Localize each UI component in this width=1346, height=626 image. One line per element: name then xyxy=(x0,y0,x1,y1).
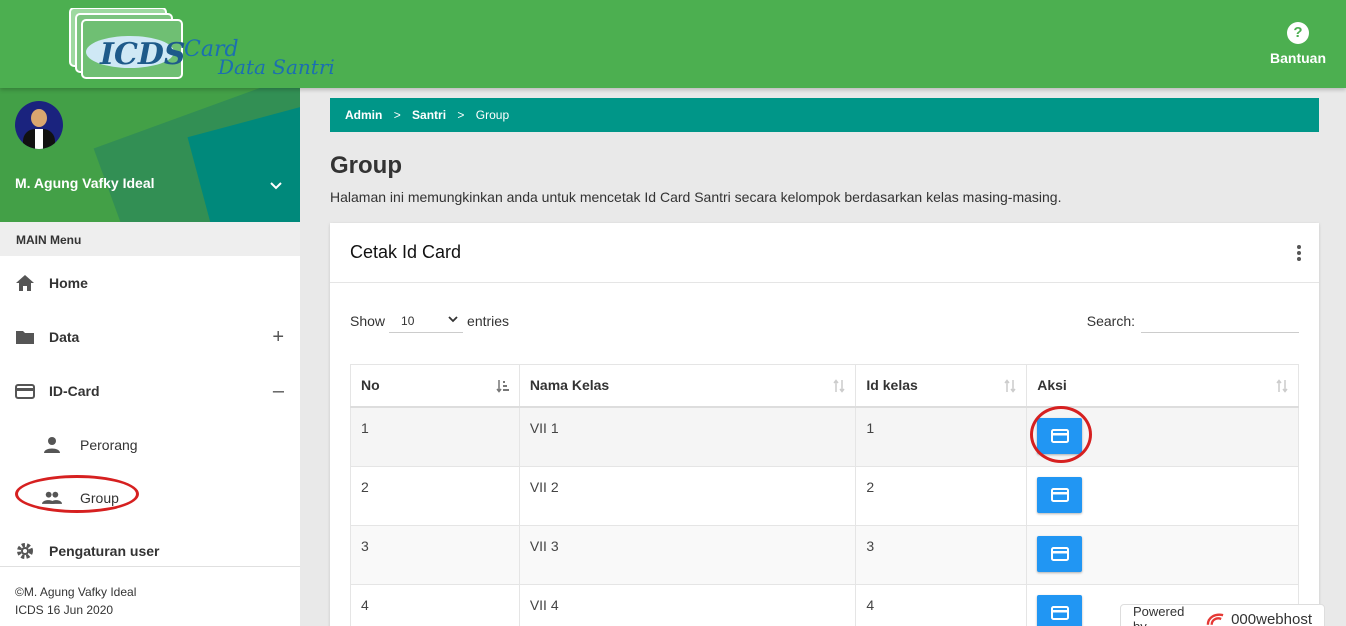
folder-icon xyxy=(16,331,34,344)
collapse-icon[interactable]: – xyxy=(273,380,284,403)
credit-card-icon xyxy=(15,384,35,399)
entries-select[interactable]: 10 xyxy=(389,309,464,333)
sidebar-item-data[interactable]: Data + xyxy=(0,310,300,364)
column-header-id-kelas[interactable]: Id kelas xyxy=(855,364,1028,408)
powered-by-badge[interactable]: Powered by 000webhost xyxy=(1120,604,1325,626)
kelas-table: No Nama Kelas Id kelas Aksi 1 VII 1 1 2 … xyxy=(350,364,1299,626)
people-icon xyxy=(42,491,62,504)
chevron-down-icon[interactable] xyxy=(268,178,284,199)
table-row: 2 VII 2 2 xyxy=(350,465,1299,526)
page-title: Group xyxy=(330,152,402,179)
entries-label: entries xyxy=(467,313,510,329)
cell-no: 4 xyxy=(350,583,520,626)
footer-version: ICDS 16 Jun 2020 xyxy=(15,603,114,617)
menu-header: MAIN Menu xyxy=(0,222,300,256)
sort-asc-icon xyxy=(496,380,509,393)
cell-id-kelas: 1 xyxy=(855,406,1028,467)
cell-id-kelas: 3 xyxy=(855,524,1028,585)
sidebar-subitem-label: Group xyxy=(80,489,119,506)
sidebar-item-id-card[interactable]: ID-Card – xyxy=(0,364,300,418)
column-header-no[interactable]: No xyxy=(350,364,520,408)
expand-icon[interactable]: + xyxy=(272,326,284,349)
help-button[interactable]: ? Bantuan xyxy=(1268,22,1328,66)
search-control: Search: xyxy=(1087,309,1299,333)
sort-icon xyxy=(833,379,846,393)
user-name: M. Agung Vafky Ideal xyxy=(15,175,155,191)
credit-card-icon xyxy=(1050,605,1069,620)
breadcrumb-separator: > xyxy=(457,108,465,122)
cell-id-kelas: 2 xyxy=(855,465,1028,526)
entries-value: 10 xyxy=(401,314,415,328)
credit-card-icon xyxy=(1050,487,1069,502)
sidebar-item-label: Pengaturan user xyxy=(49,543,160,559)
sidebar-subitem-group[interactable]: Group xyxy=(0,471,300,524)
powered-by-label: Powered by xyxy=(1133,604,1185,626)
sidebar-subitem-perorang[interactable]: Perorang xyxy=(0,418,300,471)
cell-aksi xyxy=(1026,406,1299,467)
sort-icon xyxy=(1276,379,1288,393)
sidebar-item-label: Data xyxy=(49,329,80,345)
user-info-panel: M. Agung Vafky Ideal xyxy=(0,88,300,222)
cell-nama-kelas: VII 2 xyxy=(518,465,857,526)
person-icon xyxy=(44,436,60,453)
breadcrumb: Admin > Santri > Group xyxy=(330,98,1319,132)
cell-no: 2 xyxy=(350,465,520,526)
cell-nama-kelas: VII 4 xyxy=(518,583,857,626)
credit-card-icon xyxy=(1050,428,1069,443)
breadcrumb-group: Group xyxy=(475,108,510,122)
breadcrumb-santri[interactable]: Santri xyxy=(412,108,446,122)
sidebar-item-label: ID-Card xyxy=(49,383,100,399)
svg-text:ICDS: ICDS xyxy=(99,37,186,72)
chevron-down-icon xyxy=(448,316,458,323)
cell-no: 1 xyxy=(350,406,520,467)
footer-copyright: ©M. Agung Vafky Ideal xyxy=(15,585,137,599)
print-card-button[interactable] xyxy=(1037,594,1083,626)
more-vert-icon[interactable] xyxy=(1297,245,1301,263)
card-title: Cetak Id Card xyxy=(350,242,462,262)
icds-logo[interactable]: ICDS Card Data Santri xyxy=(68,8,348,80)
top-bar: ICDS Card Data Santri ? Bantuan xyxy=(0,0,1346,88)
sidebar-subitem-label: Perorang xyxy=(80,436,138,453)
credit-card-icon xyxy=(1050,546,1069,561)
sidebar: M. Agung Vafky Ideal MAIN Menu Home Data… xyxy=(0,88,300,626)
table-row: 3 VII 3 3 xyxy=(350,524,1299,585)
sidebar-item-label: Home xyxy=(49,275,88,291)
print-card-button[interactable] xyxy=(1037,535,1083,572)
search-label: Search: xyxy=(1086,313,1135,329)
sidebar-footer: ©M. Agung Vafky Ideal ICDS 16 Jun 2020 xyxy=(0,566,300,626)
breadcrumb-separator: > xyxy=(393,108,401,122)
avatar xyxy=(15,101,63,149)
column-header-aksi[interactable]: Aksi xyxy=(1026,364,1299,408)
question-circle-icon: ? xyxy=(1287,22,1309,44)
cell-id-kelas: 4 xyxy=(855,583,1028,626)
webhost-brand: 000webhost xyxy=(1231,610,1312,626)
sort-icon xyxy=(1004,379,1016,393)
webhost-logo-icon xyxy=(1206,613,1224,625)
entries-control: Show 10 entries xyxy=(350,309,509,333)
gear-icon xyxy=(17,543,33,559)
show-label: Show xyxy=(350,313,386,329)
help-label: Bantuan xyxy=(1270,50,1326,66)
search-input[interactable] xyxy=(1141,309,1299,333)
column-header-nama-kelas[interactable]: Nama Kelas xyxy=(518,364,857,408)
cetak-id-card-panel: Cetak Id Card Show 10 entries Search: No… xyxy=(330,223,1319,626)
cell-no: 3 xyxy=(350,524,520,585)
table-row: 1 VII 1 1 xyxy=(350,406,1299,467)
print-card-button[interactable] xyxy=(1037,476,1083,513)
print-card-button[interactable] xyxy=(1037,417,1083,454)
home-icon xyxy=(16,275,34,291)
cell-aksi xyxy=(1026,465,1299,526)
cell-nama-kelas: VII 3 xyxy=(518,524,857,585)
svg-text:Data Santri: Data Santri xyxy=(217,55,335,79)
card-header: Cetak Id Card xyxy=(330,223,1319,283)
sidebar-item-home[interactable]: Home xyxy=(0,256,300,310)
cell-aksi xyxy=(1026,524,1299,585)
page-description: Halaman ini memungkinkan anda untuk menc… xyxy=(330,189,1062,205)
breadcrumb-admin[interactable]: Admin xyxy=(345,108,382,122)
cell-nama-kelas: VII 1 xyxy=(518,406,857,467)
